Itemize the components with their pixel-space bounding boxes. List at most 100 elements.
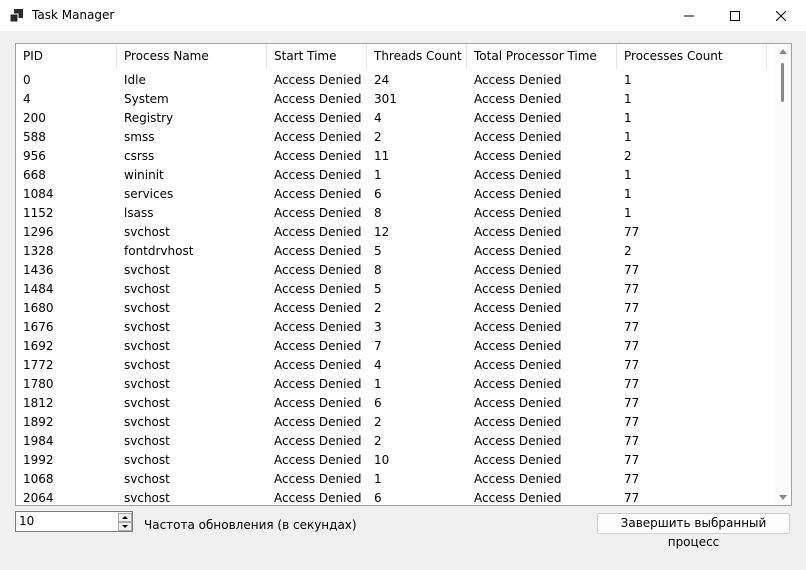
- cell-process-name: svchost: [124, 225, 170, 239]
- cell-processes-count: 77: [624, 434, 640, 448]
- column-header-processes-count[interactable]: Processes Count: [617, 44, 767, 69]
- cell-start-time: Access Denied: [274, 377, 362, 391]
- cell-start-time: Access Denied: [274, 491, 362, 505]
- table-row[interactable]: 668 wininit Access Denied 1 Access Denied 1: [16, 166, 774, 185]
- cell-pid: 0: [23, 73, 31, 87]
- cell-process-name: svchost: [124, 358, 170, 372]
- table-row[interactable]: 1296 svchost Access Denied 12 Access Denied 7…: [16, 223, 774, 242]
- table-row[interactable]: 0 Idle Access Denied 24 Access Denied 1: [16, 71, 774, 90]
- table-row[interactable]: 588 smss Access Denied 2 Access Denied 1: [16, 128, 774, 147]
- column-header-total-processor-time[interactable]: Total Processor Time: [467, 44, 617, 69]
- cell-process-name: svchost: [124, 320, 170, 334]
- cell-process-name: svchost: [124, 282, 170, 296]
- cell-pid: 1772: [23, 358, 54, 372]
- cell-pid: 1812: [23, 396, 54, 410]
- column-header-start-time[interactable]: Start Time: [267, 44, 367, 69]
- cell-process-name: smss: [124, 130, 155, 144]
- process-list[interactable]: PID Process Name Start Time Threads Coun…: [15, 43, 792, 506]
- cell-threads-count: 12: [374, 225, 390, 239]
- table-row[interactable]: 2064 svchost Access Denied 6 Access Denied 77: [16, 489, 774, 505]
- cell-processes-count: 77: [624, 491, 640, 505]
- scroll-up-icon[interactable]: [779, 49, 787, 54]
- scroll-down-icon[interactable]: [779, 495, 787, 500]
- table-row[interactable]: 1068 svchost Access Denied 1 Access Denied 77: [16, 470, 774, 489]
- scroll-thumb[interactable]: [781, 63, 784, 102]
- cell-process-name: svchost: [124, 263, 170, 277]
- cell-processes-count: 1: [624, 73, 632, 87]
- cell-pid: 1328: [23, 244, 54, 258]
- cell-threads-count: 8: [374, 206, 382, 220]
- table-row[interactable]: 200 Registry Access Denied 4 Access Denied 1: [16, 109, 774, 128]
- table-row[interactable]: 1892 svchost Access Denied 2 Access Denied 77: [16, 413, 774, 432]
- cell-threads-count: 2: [374, 415, 382, 429]
- cell-processes-count: 77: [624, 282, 640, 296]
- table-row[interactable]: 1780 svchost Access Denied 1 Access Denied 77: [16, 375, 774, 394]
- cell-total-processor-time: Access Denied: [474, 149, 562, 163]
- table-row[interactable]: 1436 svchost Access Denied 8 Access Denied 77: [16, 261, 774, 280]
- column-header-process-name[interactable]: Process Name: [117, 44, 267, 69]
- maximize-button[interactable]: [712, 0, 758, 31]
- cell-start-time: Access Denied: [274, 320, 362, 334]
- table-row[interactable]: 4 System Access Denied 301 Access Denied 1: [16, 90, 774, 109]
- cell-start-time: Access Denied: [274, 263, 362, 277]
- cell-threads-count: 3: [374, 320, 382, 334]
- cell-start-time: Access Denied: [274, 339, 362, 353]
- table-row[interactable]: 1992 svchost Access Denied 10 Access Denied 7…: [16, 451, 774, 470]
- cell-total-processor-time: Access Denied: [474, 130, 562, 144]
- table-row[interactable]: 1772 svchost Access Denied 4 Access Denied 77: [16, 356, 774, 375]
- minimize-button[interactable]: [666, 0, 712, 31]
- close-button[interactable]: [758, 0, 804, 31]
- cell-processes-count: 77: [624, 339, 640, 353]
- cell-total-processor-time: Access Denied: [474, 415, 562, 429]
- cell-start-time: Access Denied: [274, 206, 362, 220]
- cell-process-name: csrss: [124, 149, 155, 163]
- spinner-up-button[interactable]: [118, 513, 132, 522]
- cell-threads-count: 6: [374, 491, 382, 505]
- cell-threads-count: 1: [374, 472, 382, 486]
- cell-threads-count: 2: [374, 130, 382, 144]
- table-row[interactable]: 1484 svchost Access Denied 5 Access Denied 77: [16, 280, 774, 299]
- cell-total-processor-time: Access Denied: [474, 111, 562, 125]
- cell-threads-count: 5: [374, 282, 382, 296]
- cell-total-processor-time: Access Denied: [474, 73, 562, 87]
- table-row[interactable]: 1692 svchost Access Denied 7 Access Denied 77: [16, 337, 774, 356]
- close-icon: [776, 10, 786, 21]
- table-row[interactable]: 956 csrss Access Denied 11 Access Denied 2: [16, 147, 774, 166]
- refresh-interval-value[interactable]: 10: [19, 514, 34, 528]
- table-row[interactable]: 1680 svchost Access Denied 2 Access Denied 77: [16, 299, 774, 318]
- cell-process-name: svchost: [124, 415, 170, 429]
- cell-pid: 1676: [23, 320, 54, 334]
- end-process-button[interactable]: Завершить выбранный процесс: [597, 513, 790, 549]
- cell-processes-count: 77: [624, 472, 640, 486]
- table-row[interactable]: 1676 svchost Access Denied 3 Access Denied 77: [16, 318, 774, 337]
- cell-start-time: Access Denied: [274, 244, 362, 258]
- cell-total-processor-time: Access Denied: [474, 339, 562, 353]
- table-row[interactable]: 1812 svchost Access Denied 6 Access Denied 77: [16, 394, 774, 413]
- cell-process-name: svchost: [124, 339, 170, 353]
- cell-total-processor-time: Access Denied: [474, 377, 562, 391]
- cell-processes-count: 77: [624, 358, 640, 372]
- table-row[interactable]: 1084 services Access Denied 6 Access Denied 1: [16, 185, 774, 204]
- table-row[interactable]: 1984 svchost Access Denied 2 Access Denied 77: [16, 432, 774, 451]
- cell-total-processor-time: Access Denied: [474, 453, 562, 467]
- maximize-icon: [730, 10, 740, 21]
- table-row[interactable]: 1152 lsass Access Denied 8 Access Denied 1: [16, 204, 774, 223]
- cell-threads-count: 10: [374, 453, 390, 467]
- cell-process-name: svchost: [124, 472, 170, 486]
- cell-total-processor-time: Access Denied: [474, 282, 562, 296]
- column-header-pid[interactable]: PID: [16, 44, 117, 69]
- spinner-down-button[interactable]: [118, 522, 132, 531]
- cell-processes-count: 1: [624, 92, 632, 106]
- arrow-up-icon: [122, 516, 128, 519]
- refresh-interval-spinner[interactable]: 10: [15, 511, 133, 532]
- table-row[interactable]: 1328 fontdrvhost Access Denied 5 Access Deni…: [16, 242, 774, 261]
- column-header-threads-count[interactable]: Threads Count: [367, 44, 467, 69]
- cell-total-processor-time: Access Denied: [474, 301, 562, 315]
- cell-start-time: Access Denied: [274, 415, 362, 429]
- vertical-scrollbar[interactable]: [774, 44, 791, 505]
- cell-threads-count: 1: [374, 377, 382, 391]
- title-bar[interactable]: Task Manager: [0, 0, 806, 31]
- cell-pid: 1084: [23, 187, 54, 201]
- cell-processes-count: 77: [624, 301, 640, 315]
- cell-process-name: fontdrvhost: [124, 244, 194, 258]
